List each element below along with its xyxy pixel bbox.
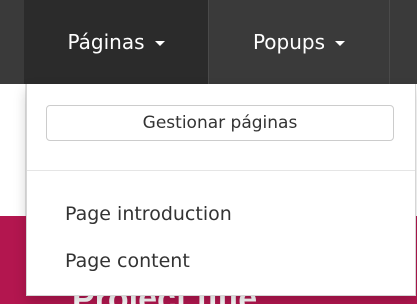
nav-item-label: Páginas [67,30,145,54]
dropdown-item-page-introduction[interactable]: Page introduction [65,203,232,225]
dropdown-item-page-content[interactable]: Page content [65,250,190,272]
manage-pages-button[interactable]: Gestionar páginas [46,105,394,141]
nav-separator [389,0,390,84]
caret-down-icon [154,40,165,46]
nav-item-label: Popups [252,30,326,54]
nav-item-popups[interactable]: Popups [209,0,389,84]
caret-down-icon [335,40,346,46]
top-navbar: Páginas Popups [0,0,417,84]
nav-item-paginas[interactable]: Páginas [24,0,208,84]
paginas-dropdown-menu: Gestionar páginas Page introduction Page… [26,84,416,296]
dropdown-divider [27,170,415,171]
